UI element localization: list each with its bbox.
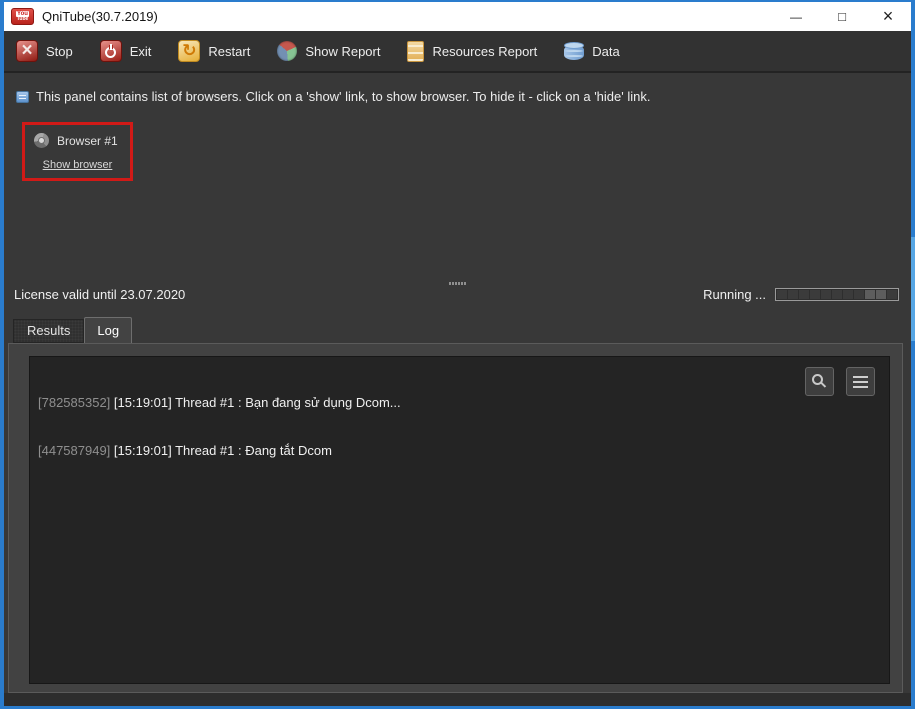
data-button[interactable]: Data: [564, 42, 619, 60]
log-entry-message: [15:19:01] Thread #1 : Đang tắt Dcom: [110, 443, 332, 458]
app-logo-text-bottom: Tube: [17, 17, 29, 22]
show-browser-link[interactable]: Show browser: [25, 159, 130, 171]
list-icon: [853, 376, 868, 388]
log-entry-message: [15:19:01] Thread #1 : Bạn đang sử dụng …: [110, 395, 400, 410]
log-tab-panel: [782585352] [15:19:01] Thread #1 : Bạn đ…: [8, 343, 903, 693]
log-lines: [782585352] [15:19:01] Thread #1 : Bạn đ…: [30, 357, 889, 497]
tab-results[interactable]: Results: [13, 319, 84, 343]
search-icon: [812, 374, 823, 385]
info-bar: This panel contains list of browsers. Cl…: [16, 89, 650, 104]
log-entry-id: [782585352]: [38, 395, 110, 410]
database-icon: [564, 42, 584, 60]
tab-strip: Results Log: [13, 318, 132, 343]
app-window: You Tube QniTube(30.7.2019) — □ × × Stop…: [0, 0, 915, 709]
resources-report-label: Resources Report: [432, 44, 537, 59]
window-controls: — □ ×: [773, 2, 911, 31]
restart-icon: ↻: [178, 40, 200, 62]
info-icon: [16, 91, 29, 103]
minimize-button[interactable]: —: [773, 2, 819, 31]
main-panel: This panel contains list of browsers. Cl…: [4, 73, 911, 706]
status-bar: License valid until 23.07.2020 Running .…: [4, 287, 911, 303]
log-entry: [782585352] [15:19:01] Thread #1 : Bạn đ…: [38, 395, 881, 411]
close-button[interactable]: ×: [865, 2, 911, 31]
license-text: License valid until 23.07.2020: [14, 287, 185, 302]
restart-label: Restart: [208, 44, 250, 59]
progress-bar: [775, 288, 899, 301]
log-toolbar: [805, 367, 875, 396]
window-title: QniTube(30.7.2019): [42, 9, 158, 24]
exit-label: Exit: [130, 44, 152, 59]
titlebar: You Tube QniTube(30.7.2019) — □ ×: [4, 2, 911, 31]
pie-chart-icon: [277, 41, 297, 61]
splitter-handle[interactable]: [4, 282, 911, 285]
tab-log[interactable]: Log: [84, 317, 132, 343]
browser-item: Browser #1: [34, 133, 118, 148]
stop-icon: ×: [16, 40, 38, 62]
toolbar: × Stop Exit ↻ Restart Show Report Resour…: [4, 31, 911, 73]
show-report-button[interactable]: Show Report: [277, 41, 380, 61]
maximize-button[interactable]: □: [819, 2, 865, 31]
show-report-label: Show Report: [305, 44, 380, 59]
stop-button[interactable]: × Stop: [16, 40, 73, 62]
log-entry-id: [447587949]: [38, 443, 110, 458]
data-label: Data: [592, 44, 619, 59]
right-scrollbar-thumb[interactable]: [911, 237, 915, 341]
browser-name: Browser #1: [57, 134, 118, 148]
running-label: Running ...: [703, 287, 766, 302]
restart-button[interactable]: ↻ Restart: [178, 40, 250, 62]
window-bottom-strip: [4, 693, 911, 706]
stop-label: Stop: [46, 44, 73, 59]
report-icon: [407, 41, 424, 62]
log-search-button[interactable]: [805, 367, 834, 396]
app-logo-youtube-icon: You Tube: [11, 8, 34, 25]
browser-item-annotation-red-box: Browser #1 Show browser: [22, 122, 133, 181]
exit-icon: [100, 40, 122, 62]
exit-button[interactable]: Exit: [100, 40, 152, 62]
info-text: This panel contains list of browsers. Cl…: [36, 89, 650, 104]
running-status: Running ...: [703, 287, 899, 302]
log-menu-button[interactable]: [846, 367, 875, 396]
resources-report-button[interactable]: Resources Report: [407, 41, 537, 62]
chrome-icon: [34, 133, 49, 148]
log-entry: [447587949] [15:19:01] Thread #1 : Đang …: [38, 443, 881, 459]
log-output-area[interactable]: [782585352] [15:19:01] Thread #1 : Bạn đ…: [29, 356, 890, 684]
